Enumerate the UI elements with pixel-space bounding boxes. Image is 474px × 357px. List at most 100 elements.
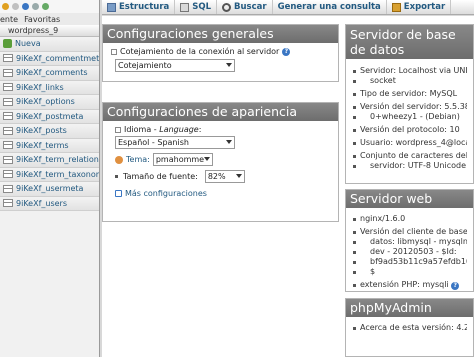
nav-item-label: 9iKeXf_terms [16, 140, 69, 150]
table-icon [3, 199, 13, 208]
list-item: servidor: UTF-8 Unicode (utf [352, 161, 467, 171]
nav-item-table[interactable]: 9iKeXf_usermeta [0, 182, 99, 197]
list-item: Acerca de esta versión: 4.2.5 [352, 323, 467, 333]
nav-tab-favorites[interactable]: Favoritas [24, 15, 60, 24]
main-content: Configuraciones generales Cotejamiento d… [102, 16, 474, 357]
panel-title: Configuraciones generales [103, 25, 338, 43]
search-icon [222, 2, 232, 12]
nav-item-label: 9iKeXf_postmeta [16, 111, 84, 121]
nav-item-label: 9iKeXf_options [16, 97, 75, 107]
nav-item-label: 9iKeXf_users [16, 198, 67, 208]
nav-item-table[interactable]: 9iKeXf_users [0, 196, 99, 211]
language-select-value: Español - Spanish [118, 138, 189, 147]
tab-export[interactable]: Exportar [387, 0, 452, 14]
nav-item-label: 9iKeXf_posts [16, 126, 67, 136]
list-item: socket [352, 76, 467, 86]
theme-select-value: pmahomme [155, 155, 205, 164]
nav-item-table[interactable]: 9iKeXf_term_taxonom [0, 167, 100, 182]
nav-item-label: 9iKeXf_term_relations [16, 155, 100, 165]
nav-item-table[interactable]: 9iKeXf_terms [0, 138, 99, 153]
tab-search[interactable]: Buscar [217, 0, 273, 14]
wrench-icon [115, 190, 122, 197]
table-icon [3, 97, 13, 106]
top-menu: Estructura SQL Buscar Generar una consul… [102, 0, 474, 15]
chevron-down-icon [203, 157, 210, 161]
nav-item-table[interactable]: 9iKeXf_postmeta [0, 109, 99, 124]
table-icon [3, 83, 13, 92]
nav-item-table[interactable]: 9iKeXf_term_relations [0, 153, 99, 168]
docs-icon[interactable] [32, 3, 39, 10]
list-item: Tipo de servidor: MySQL [352, 89, 467, 99]
collation-label: Cotejamiento de la conexión al servidor [120, 47, 280, 56]
list-item: extensión PHP: mysqli ? [352, 280, 467, 290]
appearance-settings-panel: Configuraciones de apariencia Idioma - L… [102, 102, 339, 222]
structure-icon [107, 2, 116, 12]
general-settings-panel: Configuraciones generales Cotejamiento d… [102, 24, 339, 82]
nav-item-table[interactable]: 9iKeXf_posts [0, 124, 99, 139]
table-icon [3, 54, 13, 63]
nav-item-table[interactable]: 9iKeXf_commentmeta [0, 51, 100, 66]
database-server-panel: Servidor de base de datos Servidor: Loca… [345, 24, 474, 184]
language-icon [115, 126, 121, 133]
list-item: datos: libmysql - mysqlnd 5.0 [352, 237, 467, 247]
collation-select-value: Cotejamiento [118, 61, 172, 70]
tab-label: Estructura [119, 2, 170, 12]
sql-icon [180, 2, 190, 12]
table-icon [3, 68, 13, 77]
theme-select[interactable]: pmahomme [152, 153, 213, 166]
tab-label: Generar una consulta [277, 2, 381, 12]
database-server-list: Servidor: Localhost via UNIX socket Tipo… [352, 66, 467, 171]
chevron-down-icon [235, 174, 242, 178]
help-icon[interactable]: ? [282, 47, 291, 56]
list-item: 0+wheezy1 - (Debian) [352, 112, 467, 122]
table-icon [3, 184, 13, 193]
nav-item-label: Nueva [15, 39, 41, 49]
collation-select[interactable]: Cotejamiento [115, 59, 235, 72]
font-size-label: Tamaño de fuente: [123, 172, 198, 181]
panel-title: Configuraciones de apariencia [103, 103, 338, 121]
nav-item-table[interactable]: 9iKeXf_links [0, 80, 99, 95]
help-icon[interactable]: ? [451, 282, 460, 290]
tab-sql[interactable]: SQL [175, 0, 218, 14]
nav-item-label: 9iKeXf_links [16, 82, 64, 92]
nav-item-label: 9iKeXf_usermeta [16, 184, 84, 194]
table-icon [3, 155, 13, 164]
table-icon [3, 141, 13, 150]
nav-item-label: 9iKeXf_term_taxonom [16, 169, 100, 179]
nav-item-label: 9iKeXf_commentmeta [16, 53, 100, 63]
list-item: Versión del servidor: 5.5.38- [352, 102, 467, 112]
nav-tab-recent[interactable]: ente [0, 15, 18, 24]
nav-item-label: 9iKeXf_comments [16, 68, 88, 78]
web-server-list: nginx/1.6.0 Versión del cliente de base … [352, 214, 467, 290]
more-settings-link[interactable]: Más configuraciones [125, 189, 207, 198]
tab-structure[interactable]: Estructura [102, 0, 176, 14]
logout-icon[interactable] [12, 3, 19, 10]
language-select[interactable]: Español - Spanish [115, 136, 235, 149]
bullet [115, 175, 118, 178]
list-item: dev - 20120503 - $Id: [352, 247, 467, 257]
table-icon [3, 112, 13, 121]
nav-item-table[interactable]: 9iKeXf_options [0, 95, 99, 110]
tab-label: Buscar [234, 2, 267, 12]
home-icon[interactable] [2, 3, 9, 10]
list-item: Conjunto de caracteres del [352, 151, 467, 161]
font-size-select[interactable]: 82% [204, 170, 245, 183]
help-icon[interactable] [22, 3, 29, 10]
nav-item-new[interactable]: Nueva [0, 37, 99, 52]
tab-query[interactable]: Generar una consulta [273, 0, 387, 14]
language-label-prefix: Idioma - [124, 125, 160, 134]
nav-tabs: ente Favoritas [0, 13, 99, 25]
list-item: Versión del cliente de base d [352, 227, 467, 237]
database-name[interactable]: wordpress_9 [0, 25, 99, 37]
reload-icon[interactable] [42, 3, 49, 10]
export-icon [391, 2, 401, 12]
theme-icon [115, 155, 123, 164]
table-icon [3, 170, 13, 179]
tab-label: SQL [192, 2, 212, 12]
panel-title: phpMyAdmin [346, 299, 473, 317]
nav-item-table[interactable]: 9iKeXf_comments [0, 66, 99, 81]
theme-label[interactable]: Tema: [126, 155, 150, 164]
chevron-down-icon [226, 63, 232, 67]
nav-icon-bar [0, 0, 99, 13]
php-extension-label: extensión PHP: mysqli [360, 280, 449, 289]
